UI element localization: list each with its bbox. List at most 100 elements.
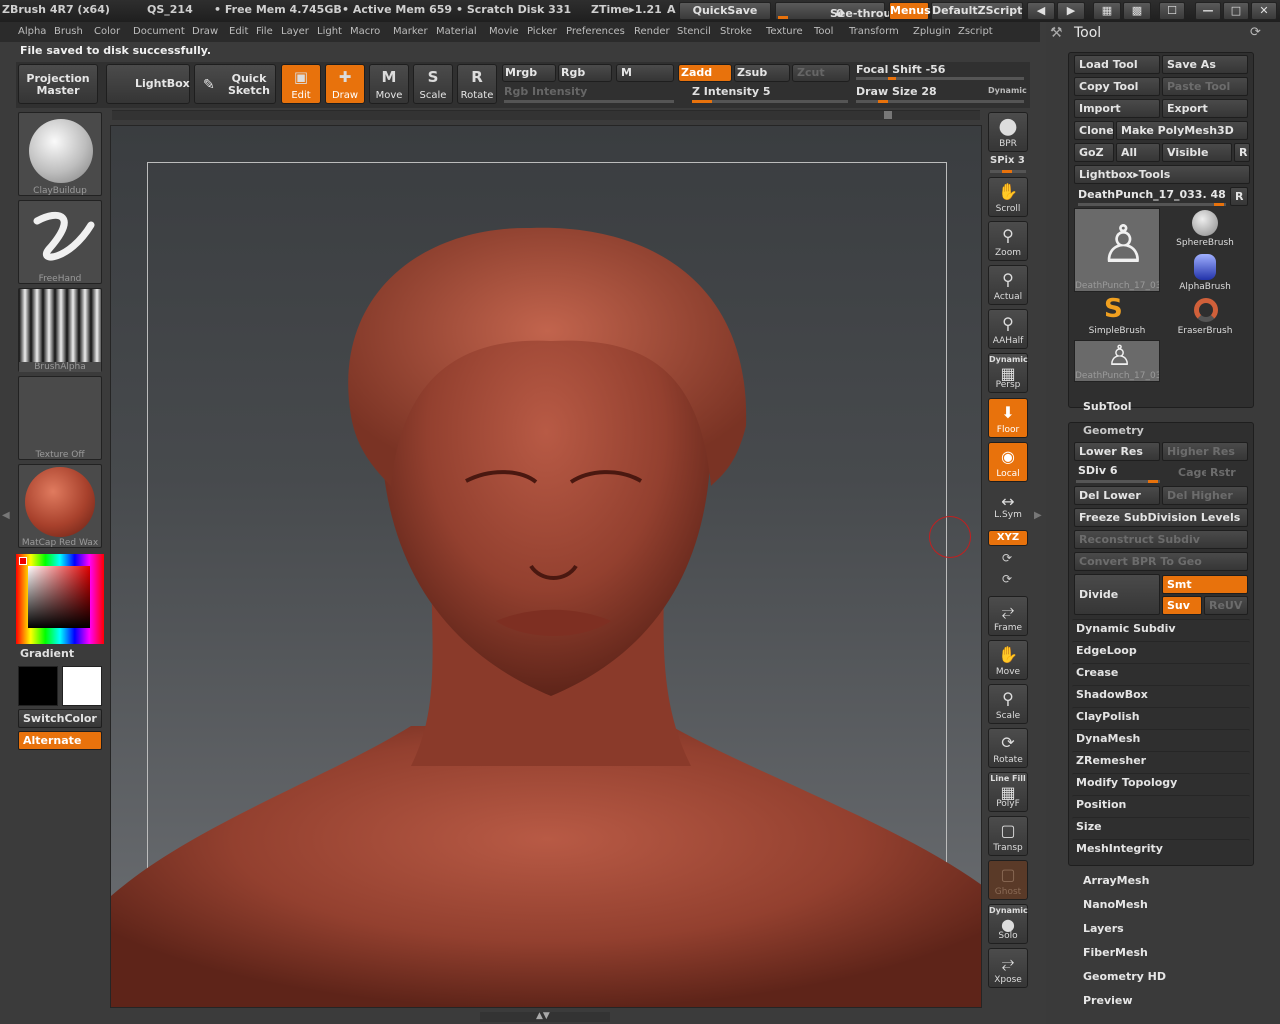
menu-light[interactable]: Light xyxy=(317,26,342,37)
geometry-item-modify-topology[interactable]: Modify Topology xyxy=(1072,773,1250,792)
menu-material[interactable]: Material xyxy=(436,26,477,37)
floor-button[interactable]: ⬇ Floor xyxy=(988,398,1028,438)
tool-thumb-deathpunch[interactable]: ♙ DeathPunch_17_033 xyxy=(1074,208,1160,292)
left-tray-toggle-icon[interactable]: ◀ xyxy=(2,510,10,521)
menu-zplugin[interactable]: Zplugin xyxy=(913,26,951,37)
scale-button[interactable]: S Scale xyxy=(413,64,453,104)
menu-marker[interactable]: Marker xyxy=(393,26,428,37)
menu-preferences[interactable]: Preferences xyxy=(566,26,625,37)
higher-res-button[interactable]: Higher Res xyxy=(1162,442,1248,461)
geometry-item-dynamic-subdiv[interactable]: Dynamic Subdiv xyxy=(1072,619,1250,638)
menu-edit[interactable]: Edit xyxy=(229,26,248,37)
sculpt-bust[interactable] xyxy=(111,126,982,1008)
switch-color-button[interactable]: SwitchColor xyxy=(18,709,102,728)
menu-color[interactable]: Color xyxy=(94,26,120,37)
projection-master-button[interactable]: Projection Master xyxy=(18,64,98,104)
colorize-layout-icon[interactable]: ▩ xyxy=(1123,2,1151,20)
goz-r-button[interactable]: R xyxy=(1234,143,1250,162)
divide-button[interactable]: Divide xyxy=(1074,574,1160,615)
rotate-z-icon[interactable]: ⟳ xyxy=(1002,572,1012,586)
save-as-button[interactable]: Save As xyxy=(1162,55,1248,74)
zsub-button[interactable]: Zsub xyxy=(734,64,790,82)
z-intensity-slider[interactable]: Z Intensity 5 xyxy=(692,85,771,98)
maximize-icon[interactable]: □ xyxy=(1223,2,1249,20)
frame-button[interactable]: ⥂ Frame xyxy=(988,596,1028,636)
aahalf-button[interactable]: ⚲ AAHalf xyxy=(988,309,1028,349)
close-icon[interactable]: ✕ xyxy=(1251,2,1277,20)
zadd-button[interactable]: Zadd xyxy=(678,64,732,82)
main-color-swatch[interactable] xyxy=(62,666,102,706)
menu-zscript[interactable]: Zscript xyxy=(958,26,993,37)
draw-button[interactable]: ✚ Draw xyxy=(325,64,365,104)
rgb-intensity-slider[interactable]: Rgb Intensity xyxy=(504,85,587,98)
subpalette-layers[interactable]: Layers xyxy=(1083,922,1124,935)
cage-button[interactable]: Cage xyxy=(1174,464,1206,483)
quicksave-button[interactable]: QuickSave xyxy=(679,2,771,20)
bottom-tray-toggle-icon[interactable]: ▲▼ xyxy=(536,1011,550,1021)
reconstruct-subdiv-button[interactable]: Reconstruct Subdiv xyxy=(1074,530,1248,549)
quick-sketch-button[interactable]: ✎ Quick Sketch xyxy=(194,64,276,104)
transp-button[interactable]: ▢ Transp xyxy=(988,816,1028,856)
gradient-label[interactable]: Gradient xyxy=(20,647,74,660)
make-polymesh-button[interactable]: Make PolyMesh3D xyxy=(1116,121,1248,140)
geometry-item-edgeloop[interactable]: EdgeLoop xyxy=(1072,641,1250,660)
actual-button[interactable]: ⚲ Actual xyxy=(988,265,1028,305)
zcut-button[interactable]: Zcut xyxy=(792,64,850,82)
menu-texture[interactable]: Texture xyxy=(766,26,803,37)
suv-toggle[interactable]: Suv xyxy=(1162,596,1202,615)
scroll-button[interactable]: ✋ Scroll xyxy=(988,177,1028,217)
convert-bpr-button[interactable]: Convert BPR To Geo xyxy=(1074,552,1248,571)
tool-refresh-icon[interactable]: ⟳ xyxy=(1250,25,1261,40)
stroke-thumbnail[interactable]: FreeHand xyxy=(18,200,102,284)
menu-layer[interactable]: Layer xyxy=(281,26,309,37)
bpr-button[interactable]: ● BPR xyxy=(988,112,1028,152)
xpose-button[interactable]: ⥂ Xpose xyxy=(988,948,1028,988)
menu-brush[interactable]: Brush xyxy=(54,26,83,37)
persp-button[interactable]: Dynamic ▦ Persp xyxy=(988,353,1028,393)
menu-tool[interactable]: Tool xyxy=(814,26,833,37)
geometry-item-position[interactable]: Position xyxy=(1072,795,1250,814)
geometry-item-size[interactable]: Size xyxy=(1072,817,1250,836)
xyz-button[interactable]: XYZ xyxy=(988,530,1028,546)
scale-view-button[interactable]: ⚲ Scale xyxy=(988,684,1028,724)
rgb-button[interactable]: Rgb xyxy=(558,64,612,82)
subpalette-fibermesh[interactable]: FiberMesh xyxy=(1083,946,1148,959)
polyf-button[interactable]: Line Fill ▦ PolyF xyxy=(988,772,1028,812)
spix-slider[interactable]: SPix 3 xyxy=(990,155,1025,166)
goz-button[interactable]: GoZ xyxy=(1074,143,1114,162)
freeze-subdiv-button[interactable]: Freeze SubDivision Levels xyxy=(1074,508,1248,527)
geometry-header[interactable]: Geometry xyxy=(1083,424,1144,437)
menu-document[interactable]: Document xyxy=(133,26,185,37)
lsym-button[interactable]: ↔ L.Sym xyxy=(988,488,1028,522)
smt-toggle[interactable]: Smt xyxy=(1162,575,1248,594)
dynamic-size-toggle[interactable]: Dynamic xyxy=(988,86,1027,95)
tool-thumb-alphabrush[interactable]: AlphaBrush xyxy=(1162,252,1248,294)
geometry-item-dynamesh[interactable]: DynaMesh xyxy=(1072,729,1250,748)
sdiv-slider[interactable]: SDiv 6 xyxy=(1078,464,1117,477)
rstr-button[interactable]: Rstr xyxy=(1206,464,1246,483)
alternate-button[interactable]: Alternate xyxy=(18,731,102,750)
ghost-button[interactable]: ▢ Ghost xyxy=(988,860,1028,900)
subpalette-nanomesh[interactable]: NanoMesh xyxy=(1083,898,1148,911)
edit-button[interactable]: ▣ Edit xyxy=(281,64,321,104)
menu-draw[interactable]: Draw xyxy=(192,26,218,37)
paste-tool-button[interactable]: Paste Tool xyxy=(1162,77,1248,96)
local-button[interactable]: ◉ Local xyxy=(988,442,1028,482)
reuv-button[interactable]: ReUV xyxy=(1204,596,1248,615)
menu-macro[interactable]: Macro xyxy=(350,26,380,37)
menu-render[interactable]: Render xyxy=(634,26,670,37)
export-button[interactable]: Export xyxy=(1162,99,1248,118)
subtool-header[interactable]: SubTool xyxy=(1083,400,1132,413)
load-tool-button[interactable]: Load Tool xyxy=(1074,55,1160,74)
subpalette-geometry-hd[interactable]: Geometry HD xyxy=(1083,970,1166,983)
subpalette-arraymesh[interactable]: ArrayMesh xyxy=(1083,874,1149,887)
move-view-button[interactable]: ✋ Move xyxy=(988,640,1028,680)
prev-layout-icon[interactable]: ◀ xyxy=(1027,2,1055,20)
layout-icon[interactable]: ▦ xyxy=(1093,2,1121,20)
tool-r-button[interactable]: R xyxy=(1230,187,1248,206)
current-tool-slider[interactable]: DeathPunch_17_033. 48 xyxy=(1078,188,1226,201)
see-through-slider[interactable]: See-through 0 xyxy=(775,2,907,20)
right-tray-toggle-icon[interactable]: ▶ xyxy=(1034,510,1042,521)
menu-alpha[interactable]: Alpha xyxy=(18,26,46,37)
geometry-item-meshintegrity[interactable]: MeshIntegrity xyxy=(1072,839,1250,858)
